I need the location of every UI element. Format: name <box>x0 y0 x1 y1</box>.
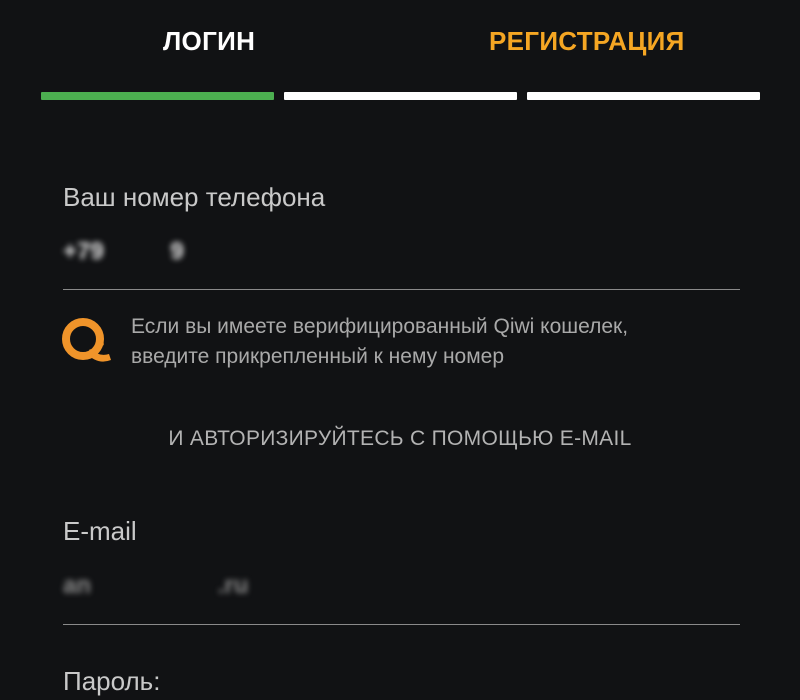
email-underline <box>63 624 740 625</box>
login-page: ЛОГИН РЕГИСТРАЦИЯ Ваш номер телефона Есл… <box>0 0 800 700</box>
qiwi-logo-icon <box>62 318 111 362</box>
auth-email-caption: И АВТОРИЗИРУЙТЕСЬ С ПОМОЩЬЮ E-MAIL <box>168 427 632 450</box>
qiwi-hint-line-2: введите прикрепленный к нему номер <box>131 345 505 368</box>
progress-segment-2 <box>284 92 517 100</box>
phone-label: Ваш номер телефона <box>63 182 326 212</box>
phone-input[interactable] <box>63 232 740 272</box>
email-input[interactable] <box>63 566 740 606</box>
phone-underline <box>63 289 740 290</box>
tab-register[interactable]: РЕГИСТРАЦИЯ <box>489 26 685 57</box>
tab-login[interactable]: ЛОГИН <box>163 26 255 57</box>
progress-segment-3 <box>527 92 760 100</box>
progress-segment-1 <box>41 92 274 100</box>
qiwi-hint-text: Если вы имеете верифицированный Qiwi кош… <box>131 312 751 372</box>
email-label: E-mail <box>63 516 137 546</box>
password-label: Пароль: <box>63 666 161 696</box>
qiwi-hint-line-1: Если вы имеете верифицированный Qiwi кош… <box>131 315 629 338</box>
